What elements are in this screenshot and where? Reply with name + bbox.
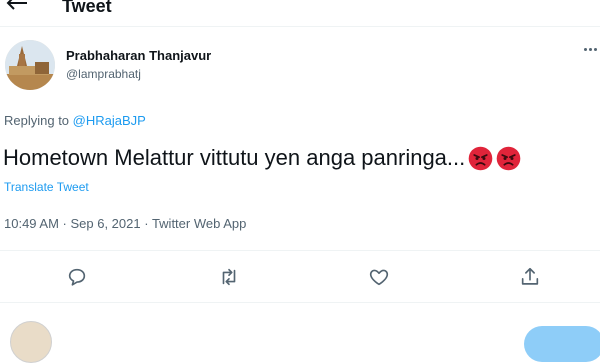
replying-to-label: Replying to bbox=[4, 113, 73, 128]
tweet-header: Tweet bbox=[0, 0, 600, 24]
author-avatar[interactable] bbox=[5, 40, 55, 90]
like-icon[interactable] bbox=[368, 266, 390, 288]
reply-button[interactable] bbox=[524, 326, 600, 362]
author-handle[interactable]: @lamprabhatj bbox=[66, 67, 141, 81]
author-name[interactable]: Prabhaharan Thanjavur bbox=[66, 48, 211, 63]
pouting-face-icon bbox=[468, 146, 493, 170]
translate-tweet-link[interactable]: Translate Tweet bbox=[4, 180, 89, 194]
tweet-text: Hometown Melattur vittutu yen anga panri… bbox=[3, 145, 466, 170]
tweet-body: Hometown Melattur vittutu yen anga panri… bbox=[3, 145, 521, 171]
header-divider bbox=[0, 26, 600, 27]
back-arrow-icon[interactable] bbox=[6, 0, 28, 10]
actions-bottom-divider bbox=[0, 302, 600, 303]
tweet-timestamp[interactable]: 10:49 AM · Sep 6, 2021 bbox=[4, 216, 141, 231]
meta-separator: · bbox=[140, 216, 152, 231]
current-user-avatar[interactable] bbox=[10, 321, 52, 363]
pouting-face-icon bbox=[496, 146, 521, 170]
actions-top-divider bbox=[0, 250, 600, 251]
tweet-source[interactable]: Twitter Web App bbox=[152, 216, 246, 231]
tweet-meta: 10:49 AM · Sep 6, 2021 · Twitter Web App bbox=[4, 216, 246, 231]
temple-avatar-image bbox=[5, 40, 55, 90]
reply-icon[interactable] bbox=[66, 266, 88, 288]
replying-to-link[interactable]: @HRajaBJP bbox=[73, 113, 146, 128]
replying-to-line: Replying to @HRajaBJP bbox=[4, 113, 146, 128]
more-options-button[interactable] bbox=[582, 42, 600, 56]
share-icon[interactable] bbox=[519, 266, 541, 288]
page-title: Tweet bbox=[62, 0, 112, 16]
retweet-icon[interactable] bbox=[218, 266, 240, 288]
